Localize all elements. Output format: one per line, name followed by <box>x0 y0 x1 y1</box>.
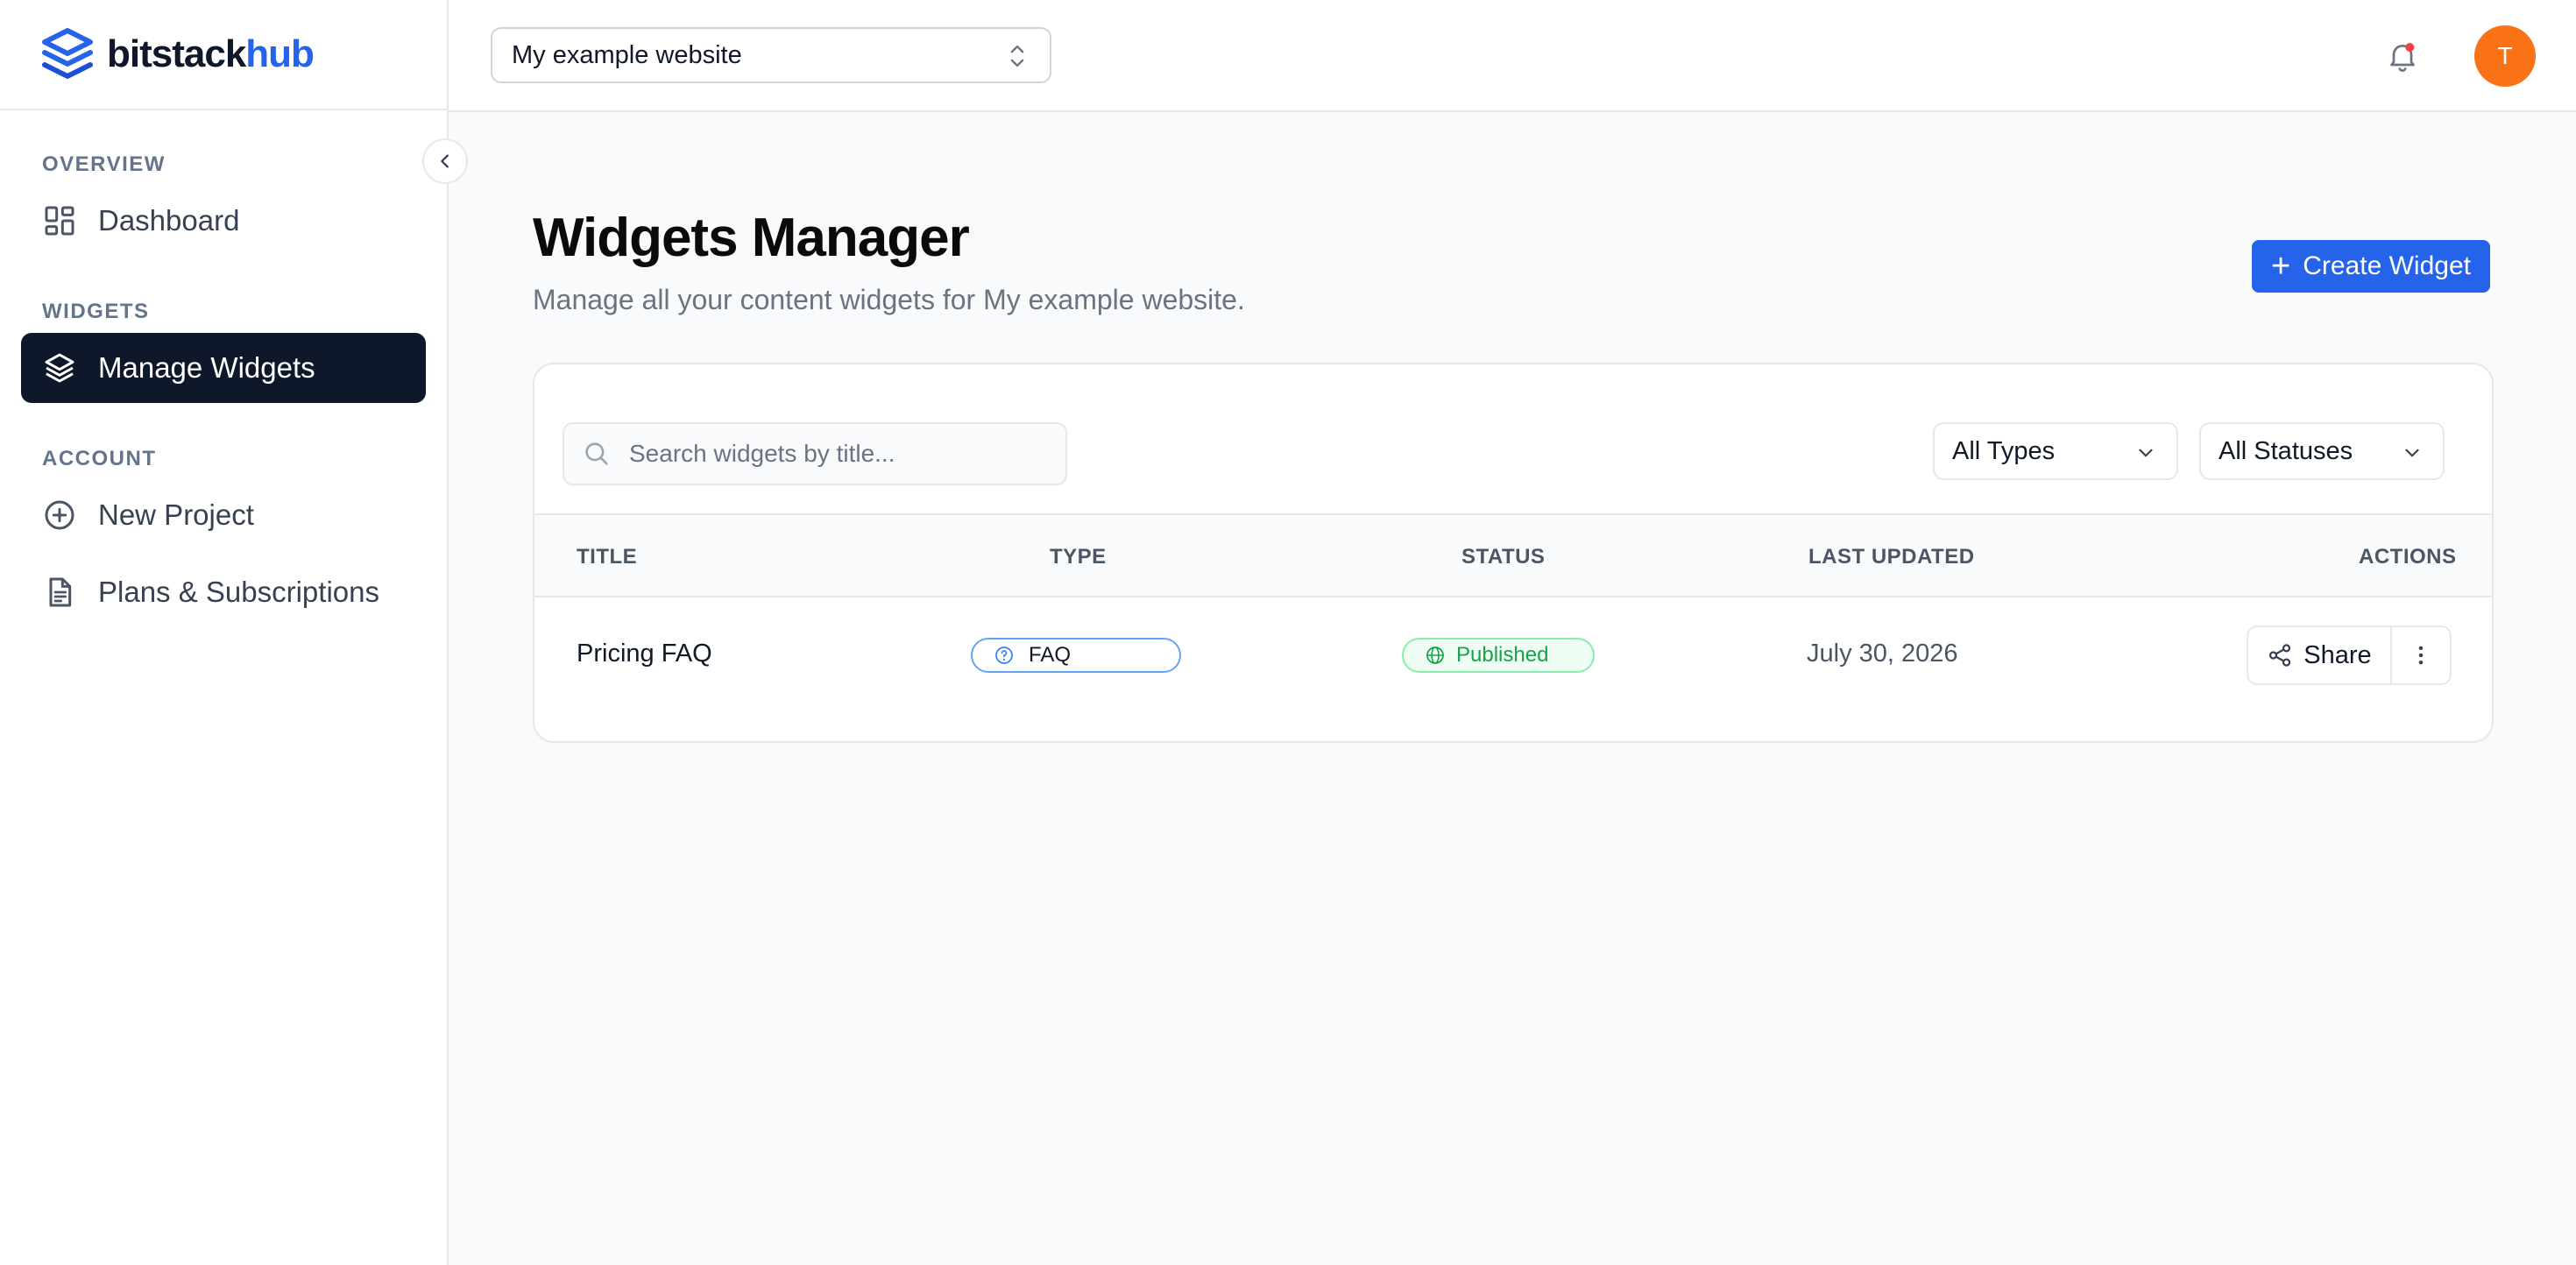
status-badge: Published <box>1402 638 1595 673</box>
nav-section-overview: OVERVIEW Dashboard <box>0 135 447 256</box>
more-vertical-icon <box>2418 646 2424 665</box>
globe-icon <box>1426 647 1444 664</box>
document-icon <box>49 577 72 607</box>
type-filter-value: All Types <box>1952 436 2056 465</box>
section-label-account: ACCOUNT <box>42 447 157 470</box>
layers-icon <box>45 353 74 383</box>
logo-icon <box>42 28 93 79</box>
widget-title[interactable]: Pricing FAQ <box>577 640 712 668</box>
brand-name: bitstackhub <box>107 32 315 76</box>
dashboard-icon <box>45 206 74 236</box>
section-label-overview: OVERVIEW <box>42 152 166 176</box>
chevron-down-icon <box>2405 449 2419 457</box>
bell-icon[interactable] <box>2385 39 2420 74</box>
type-filter-select[interactable]: All Types <box>1933 422 2178 480</box>
search-box[interactable] <box>563 422 1067 485</box>
sidebar-item-manage-widgets[interactable]: Manage Widgets <box>21 333 426 403</box>
sidebar-item-label: Manage Widgets <box>98 351 315 384</box>
page-subtitle: Manage all your content widgets for My e… <box>533 284 1245 315</box>
brand-name-part2: hub <box>245 32 315 75</box>
nav-section-account: ACCOUNT New Project Plans & Subscription… <box>0 429 447 627</box>
app-root: bitstackhub OVERVIEW Dashboard WIDGETS M… <box>0 0 2576 1265</box>
plus-circle-icon <box>45 500 74 530</box>
chevron-up-down-icon <box>1010 45 1024 67</box>
widgets-card: All Types All Statuses TITLE TYPE STATUS… <box>533 363 2494 743</box>
status-filter-value: All Statuses <box>2219 436 2353 465</box>
sidebar-item-label: Dashboard <box>98 204 240 237</box>
nav-section-widgets: WIDGETS Manage Widgets <box>0 282 447 403</box>
collapse-sidebar-button[interactable] <box>422 138 468 184</box>
more-options-button[interactable] <box>2392 627 2450 683</box>
site-selector-value: My example website <box>512 40 742 69</box>
table-row: Pricing FAQ FAQ Published July 30, 2026 … <box>534 597 2492 715</box>
question-circle-icon <box>995 647 1013 664</box>
avatar-initial: T <box>2497 42 2513 69</box>
logo[interactable]: bitstackhub <box>0 0 447 110</box>
column-header-actions: ACTIONS <box>2359 545 2457 569</box>
plus-icon: + <box>2271 248 2291 285</box>
chevron-left-icon <box>441 154 449 168</box>
create-widget-label: Create Widget <box>2303 251 2471 280</box>
column-header-type[interactable]: TYPE <box>1050 545 1107 569</box>
type-badge: FAQ <box>971 638 1181 673</box>
status-badge-label: Published <box>1456 643 1549 667</box>
site-selector[interactable]: My example website <box>491 27 1051 83</box>
row-actions: Share <box>2247 625 2452 685</box>
avatar[interactable]: T <box>2474 25 2536 87</box>
share-label: Share <box>2304 640 2372 669</box>
last-updated-date: July 30, 2026 <box>1807 640 1958 668</box>
table-header: TITLE TYPE STATUS LAST UPDATED ACTIONS <box>534 513 2492 597</box>
brand-name-part1: bitstack <box>107 32 246 75</box>
column-header-status[interactable]: STATUS <box>1461 545 1545 569</box>
create-widget-button[interactable]: + Create Widget <box>2252 240 2490 293</box>
column-header-title[interactable]: TITLE <box>577 545 637 569</box>
type-badge-label: FAQ <box>1029 643 1072 667</box>
sidebar-item-label: New Project <box>98 498 254 531</box>
sidebar: bitstackhub OVERVIEW Dashboard WIDGETS M… <box>0 0 468 1265</box>
search-input[interactable] <box>629 440 1050 468</box>
chevron-down-icon <box>2139 449 2153 457</box>
sidebar-item-label: Plans & Subscriptions <box>98 576 379 608</box>
search-icon <box>585 442 608 465</box>
sidebar-item-new-project[interactable]: New Project <box>21 480 426 550</box>
section-label-widgets: WIDGETS <box>42 300 150 323</box>
sidebar-item-dashboard[interactable]: Dashboard <box>21 186 426 256</box>
share-button[interactable]: Share <box>2248 627 2392 683</box>
sidebar-item-plans-subscriptions[interactable]: Plans & Subscriptions <box>21 557 426 627</box>
topbar: My example website T <box>449 0 2576 112</box>
column-header-last-updated[interactable]: LAST UPDATED <box>1808 545 1975 569</box>
page-title: Widgets Manager <box>533 208 970 268</box>
share-icon <box>2269 644 2291 667</box>
status-filter-select[interactable]: All Statuses <box>2199 422 2445 480</box>
